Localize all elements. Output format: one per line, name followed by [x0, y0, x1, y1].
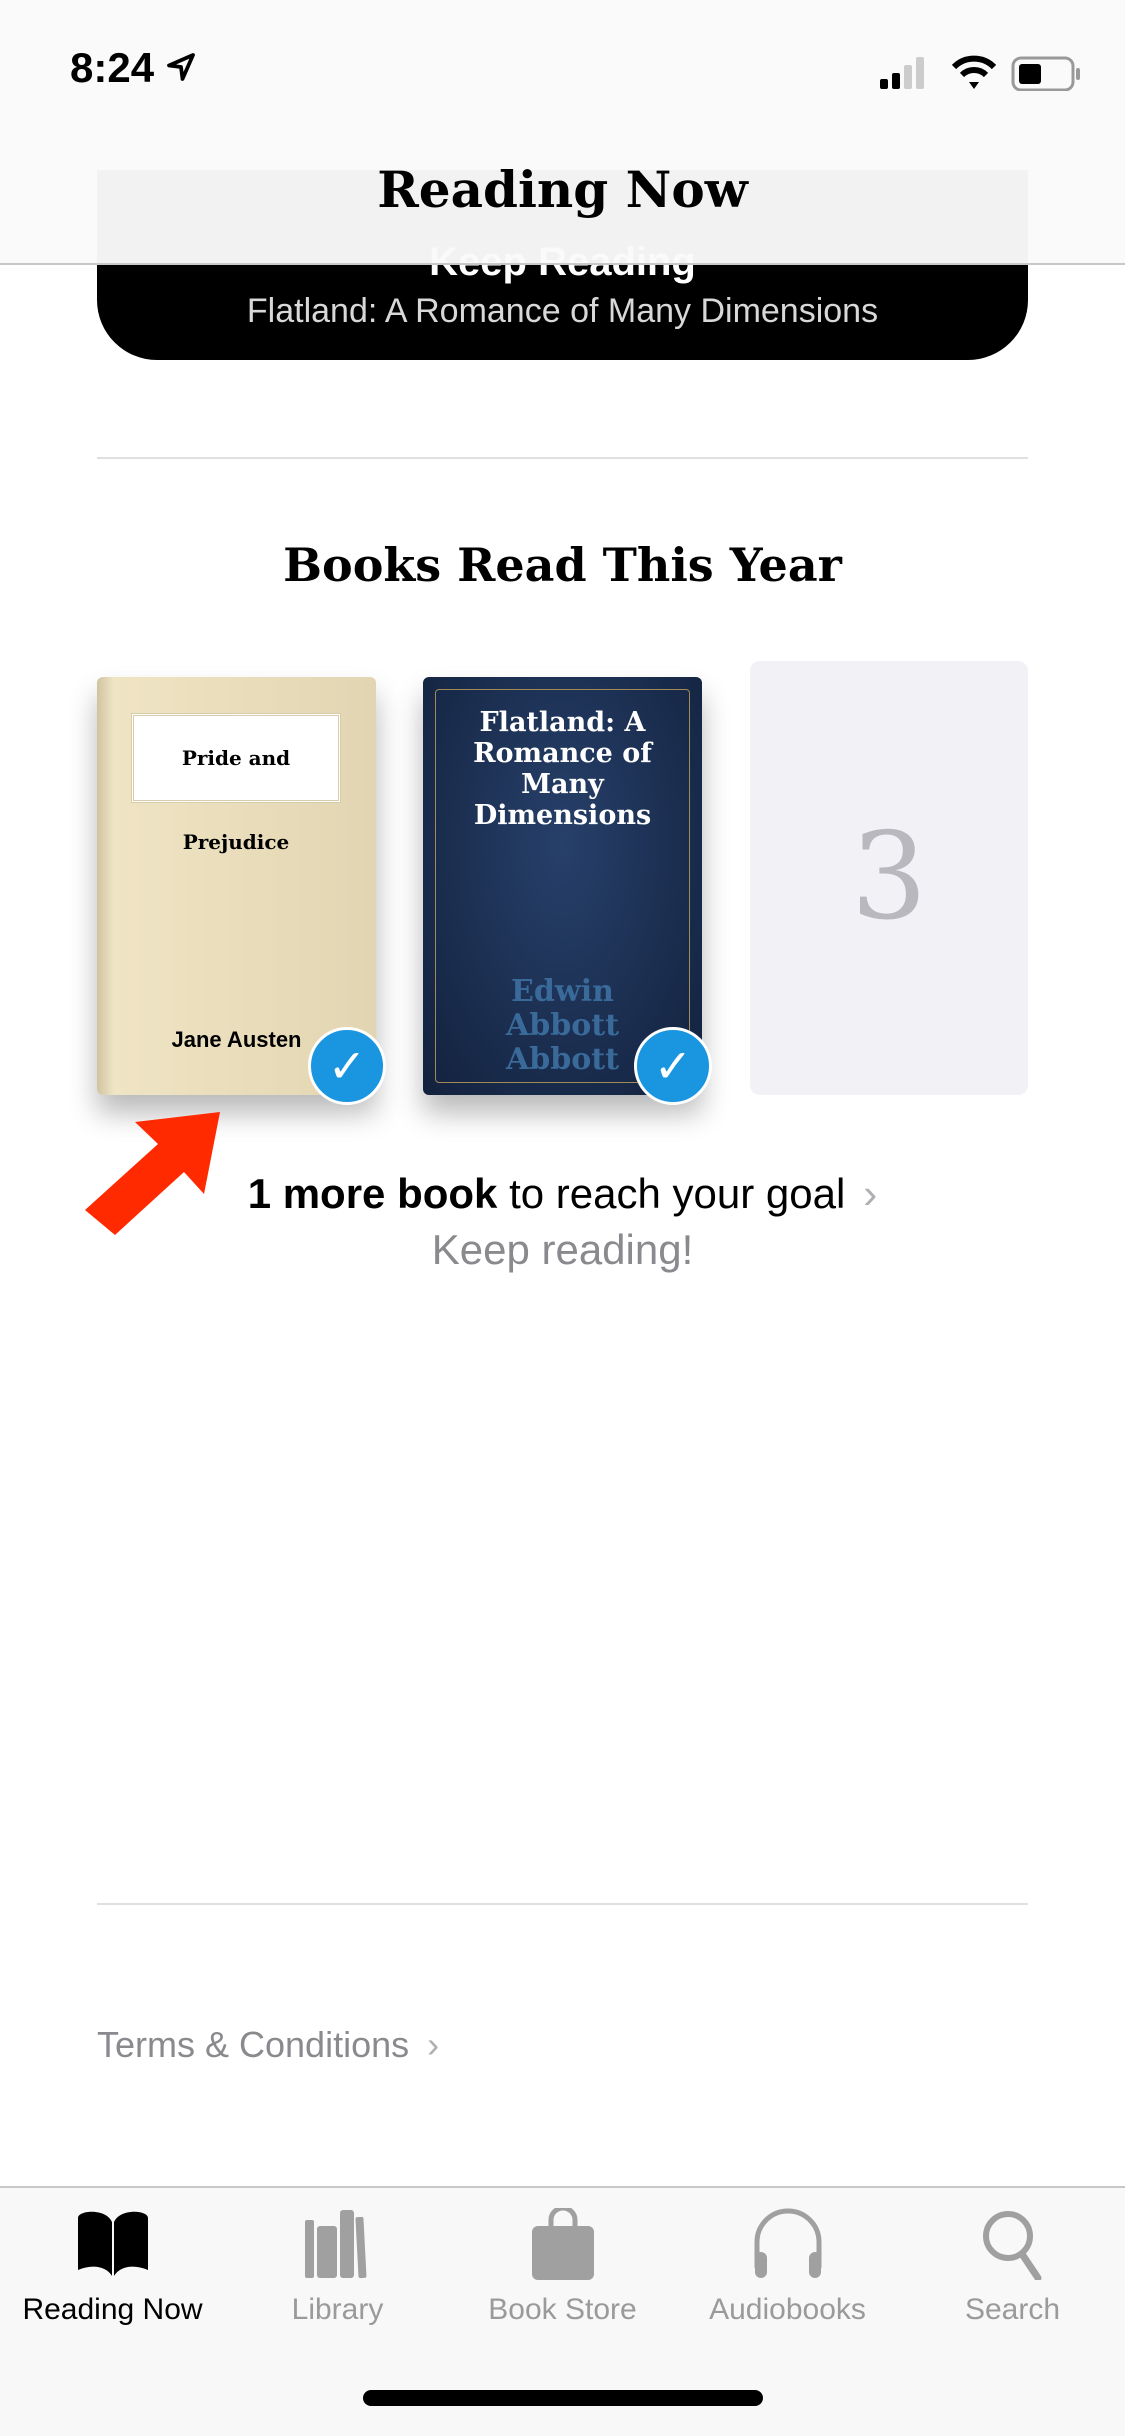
location-arrow-icon: [166, 53, 195, 81]
shopping-bag-icon: [531, 2205, 594, 2280]
terms-link[interactable]: Terms & Conditions ›: [97, 2024, 439, 2066]
divider: [97, 1903, 1028, 1905]
cellular-signal-icon: [880, 57, 924, 89]
status-time: 8:24: [70, 44, 196, 92]
checkmark-icon: ✓: [634, 1027, 712, 1105]
home-indicator: [363, 2390, 763, 2406]
tab-reading-now[interactable]: Reading Now: [0, 2208, 225, 2327]
status-icons: [880, 55, 1080, 91]
wifi-icon: [951, 55, 997, 89]
tab-search[interactable]: Search: [900, 2208, 1125, 2327]
book-title: Flatland: A Romance of Many Dimensions: [473, 707, 652, 831]
search-icon: [982, 2211, 1041, 2282]
tab-book-store[interactable]: Book Store: [450, 2205, 675, 2327]
battery-icon: [1011, 56, 1080, 91]
headphones-icon: [754, 2208, 821, 2278]
book-title: Pride and Prejudice: [131, 713, 341, 854]
divider: [97, 457, 1028, 459]
tab-library[interactable]: Library: [225, 2208, 450, 2327]
next-book-slot: 3: [750, 661, 1028, 1095]
encouragement-text: Keep reading!: [431, 1226, 694, 1273]
keep-reading-book: Flatland: A Romance of Many Dimensions: [246, 292, 879, 330]
nav-header: [0, 0, 1125, 265]
page-title: Reading Now: [377, 160, 748, 219]
chevron-right-icon: ›: [427, 2024, 440, 2065]
books-read-title: Books Read This Year: [283, 538, 842, 592]
checkmark-icon: ✓: [308, 1027, 386, 1105]
tab-audiobooks[interactable]: Audiobooks: [675, 2208, 900, 2327]
chevron-right-icon: ›: [863, 1170, 878, 1217]
open-book-icon: [77, 2211, 148, 2276]
reading-goal-link[interactable]: 1 more book to reach your goal ›: [0, 1170, 1125, 1218]
library-icon: [304, 2210, 366, 2279]
